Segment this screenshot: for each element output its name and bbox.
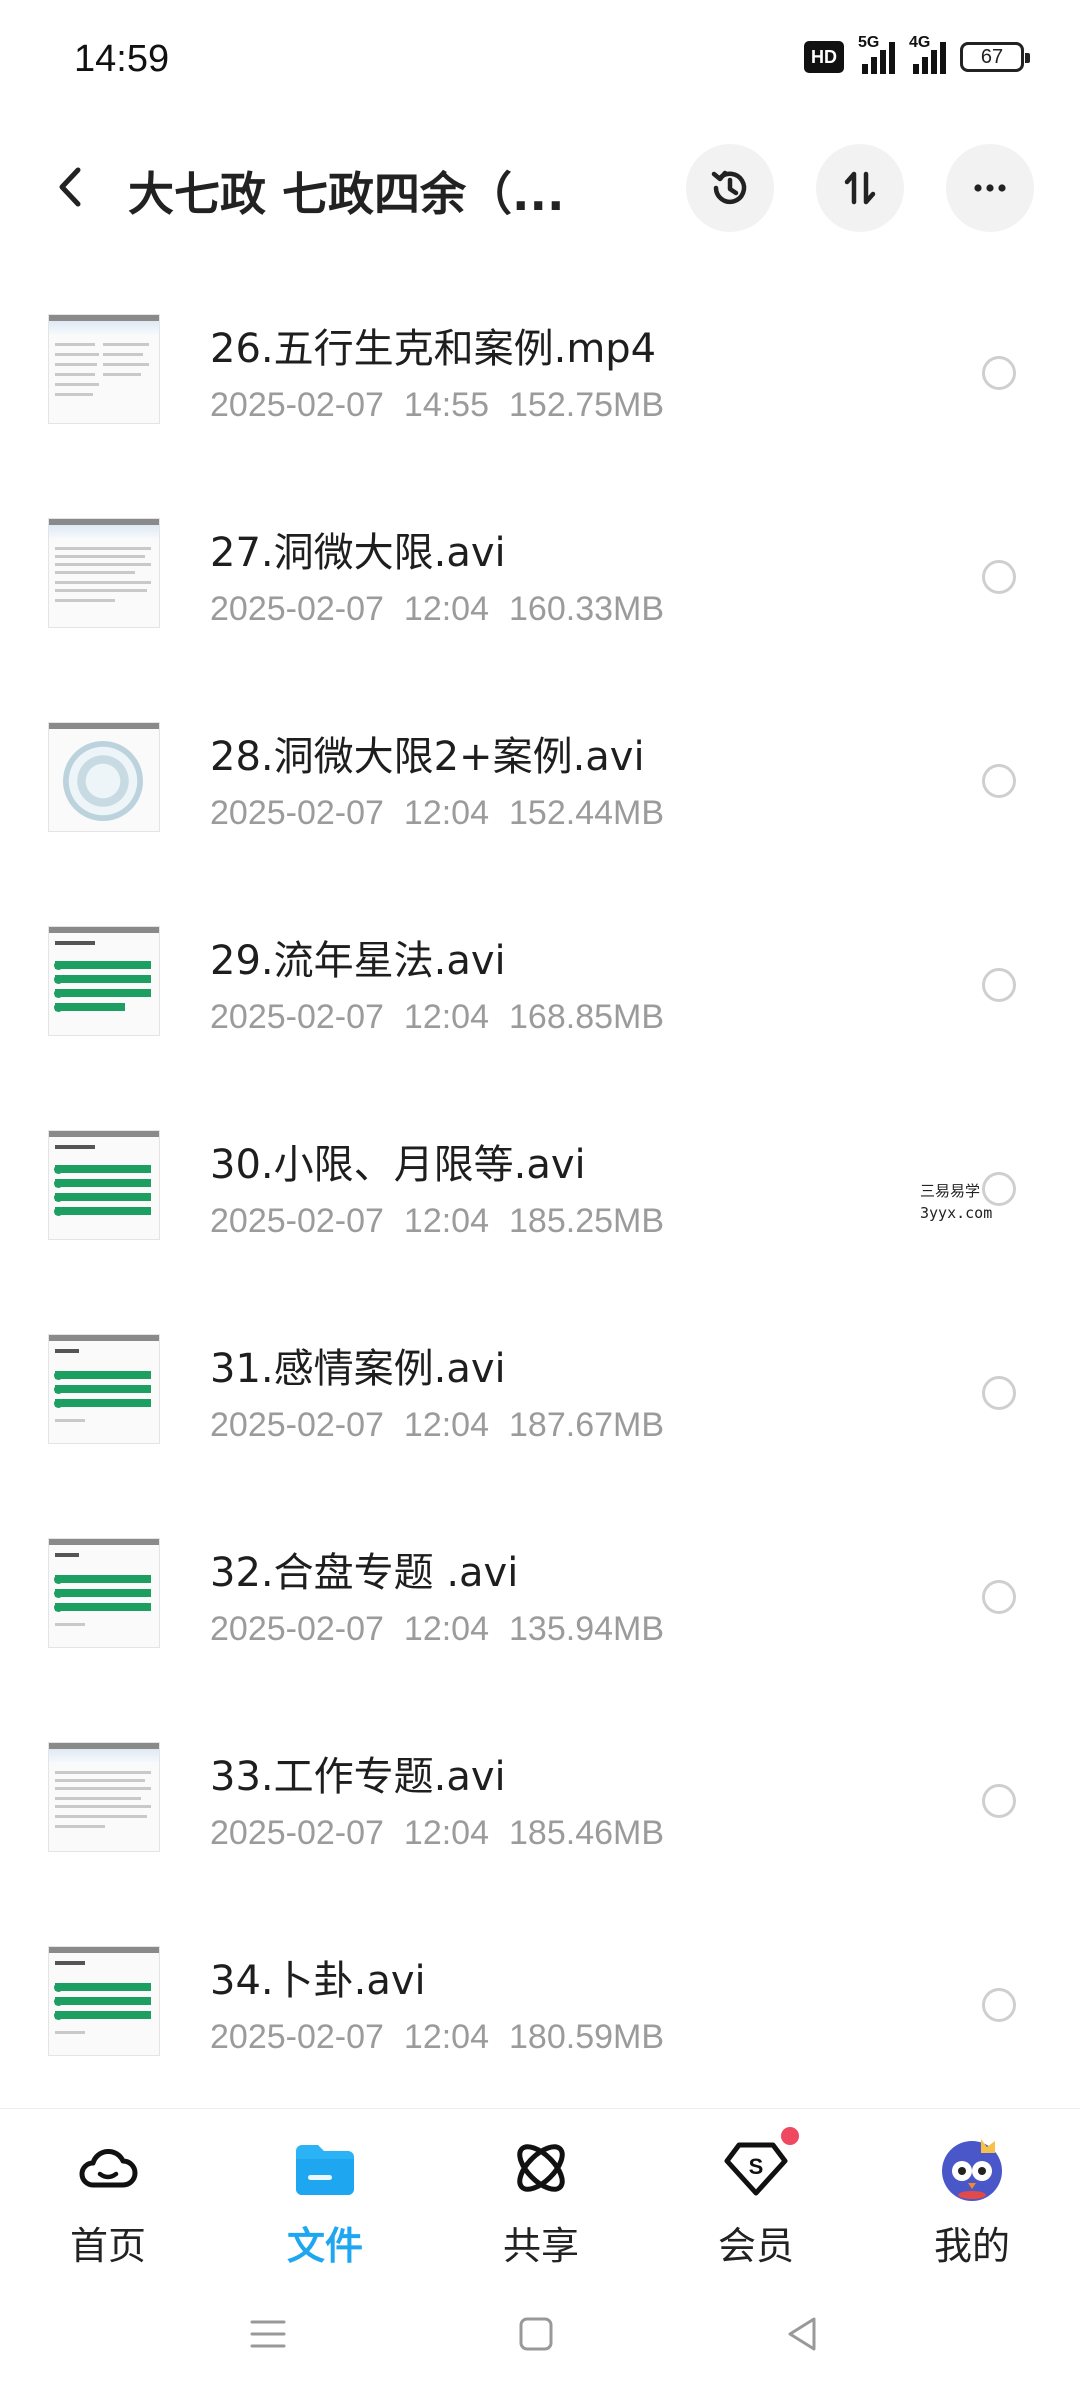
top-app-bar: 大七政 七政四余（...: [0, 140, 1080, 240]
triangle-back-icon: [788, 2317, 816, 2351]
file-thumbnail: [48, 1538, 160, 1648]
file-row[interactable]: 33.工作专题.avi 2025-02-07 12:04 185.46MB: [0, 1718, 1080, 1922]
file-name: 26.五行生克和案例.mp4: [210, 326, 657, 372]
file-thumbnail: [48, 314, 160, 424]
file-row[interactable]: 26.五行生克和案例.mp4 2025-02-07 14:55 152.75MB: [0, 290, 1080, 494]
system-navigation-bar: [0, 2290, 1080, 2380]
menu-icon: [250, 2320, 286, 2348]
file-thumbnail: [48, 926, 160, 1036]
file-row[interactable]: 30.小限、月限等.avi 2025-02-07 12:04 185.25MB: [0, 1106, 1080, 1310]
more-button[interactable]: [946, 144, 1034, 232]
system-back-button[interactable]: [780, 2312, 824, 2356]
square-icon: [519, 2317, 553, 2351]
file-thumbnail: [48, 1334, 160, 1444]
file-list: 26.五行生克和案例.mp4 2025-02-07 14:55 152.75MB 2…: [0, 290, 1080, 2126]
file-meta: 2025-02-07 12:04 185.46MB: [210, 1814, 665, 1852]
select-checkbox[interactable]: [982, 1580, 1016, 1614]
file-meta: 2025-02-07 12:04 187.67MB: [210, 1406, 665, 1444]
chevron-left-icon: [59, 167, 81, 207]
page-title: 大七政 七政四余（...: [128, 167, 565, 221]
file-meta: 2025-02-07 12:04 135.94MB: [210, 1610, 665, 1648]
file-row[interactable]: 34.卜卦.avi 2025-02-07 12:04 180.59MB: [0, 1922, 1080, 2126]
file-name: 32.合盘专题 .avi: [210, 1550, 519, 1596]
file-name: 27.洞微大限.avi: [210, 530, 506, 576]
share-icon: [517, 2144, 565, 2192]
file-meta: 2025-02-07 12:04 160.33MB: [210, 590, 665, 628]
select-checkbox[interactable]: [982, 1988, 1016, 2022]
select-checkbox[interactable]: [982, 764, 1016, 798]
signal-5g-icon: 5G: [858, 34, 895, 74]
recents-button[interactable]: [246, 2312, 290, 2356]
sort-icon: [844, 171, 876, 205]
nav-home[interactable]: 首页: [38, 2133, 178, 2270]
file-name: 28.洞微大限2+案例.avi: [210, 734, 645, 780]
select-checkbox[interactable]: [982, 1784, 1016, 1818]
file-meta: 2025-02-07 14:55 152.75MB: [210, 386, 665, 424]
nav-vip[interactable]: S 会员: [686, 2127, 826, 2270]
status-icons: HD 5G 4G 67: [804, 34, 1030, 74]
file-row[interactable]: 29.流年星法.avi 2025-02-07 12:04 168.85MB: [0, 902, 1080, 1106]
select-checkbox[interactable]: [982, 1376, 1016, 1410]
back-button[interactable]: [46, 162, 96, 212]
home-button[interactable]: [514, 2312, 558, 2356]
battery-icon: 67: [960, 42, 1030, 72]
hd-voice-icon: HD: [804, 41, 844, 73]
file-name: 33.工作专题.avi: [210, 1754, 506, 1800]
file-name: 29.流年星法.avi: [210, 938, 506, 984]
status-time: 14:59: [74, 38, 170, 80]
notification-badge: [781, 2127, 799, 2145]
status-bar: 14:59 HD 5G 4G 67: [0, 0, 1080, 120]
file-row[interactable]: 27.洞微大限.avi 2025-02-07 12:04 160.33MB: [0, 494, 1080, 698]
select-checkbox[interactable]: [982, 356, 1016, 390]
nav-files[interactable]: 文件: [255, 2133, 395, 2270]
file-meta: 2025-02-07 12:04 152.44MB: [210, 794, 665, 832]
file-name: 30.小限、月限等.avi: [210, 1142, 586, 1188]
sort-button[interactable]: [816, 144, 904, 232]
file-thumbnail: [48, 1742, 160, 1852]
avatar-icon: [942, 2139, 1002, 2201]
history-icon: [711, 170, 747, 205]
select-checkbox[interactable]: [982, 968, 1016, 1002]
nav-share[interactable]: 共享: [471, 2133, 611, 2270]
file-row[interactable]: 31.感情案例.avi 2025-02-07 12:04 187.67MB: [0, 1310, 1080, 1514]
file-thumbnail: [48, 1946, 160, 2056]
history-button[interactable]: [686, 144, 774, 232]
file-thumbnail: [48, 722, 160, 832]
signal-4g-icon: 4G: [909, 34, 946, 74]
select-checkbox[interactable]: [982, 560, 1016, 594]
file-thumbnail: [48, 1130, 160, 1240]
svg-text:S: S: [749, 2154, 764, 2179]
vip-icon: S: [724, 2142, 788, 2196]
file-meta: 2025-02-07 12:04 185.25MB: [210, 1202, 665, 1240]
file-thumbnail: [48, 518, 160, 628]
file-row[interactable]: 32.合盘专题 .avi 2025-02-07 12:04 135.94MB: [0, 1514, 1080, 1718]
file-meta: 2025-02-07 12:04 180.59MB: [210, 2018, 665, 2056]
more-icon: [974, 184, 1006, 192]
file-name: 34.卜卦.avi: [210, 1958, 426, 2004]
home-cloud-icon: [79, 2149, 138, 2188]
bottom-navigation: 首页 文件 共享 S 会员 我的: [0, 2108, 1080, 2269]
file-name: 31.感情案例.avi: [210, 1346, 506, 1392]
nav-me[interactable]: 我的: [902, 2133, 1042, 2270]
file-row[interactable]: 28.洞微大限2+案例.avi 2025-02-07 12:04 152.44MB: [0, 698, 1080, 902]
watermark: 三易易学 3yyx.com: [920, 1182, 993, 1222]
file-meta: 2025-02-07 12:04 168.85MB: [210, 998, 665, 1036]
folder-icon: [296, 2145, 354, 2195]
